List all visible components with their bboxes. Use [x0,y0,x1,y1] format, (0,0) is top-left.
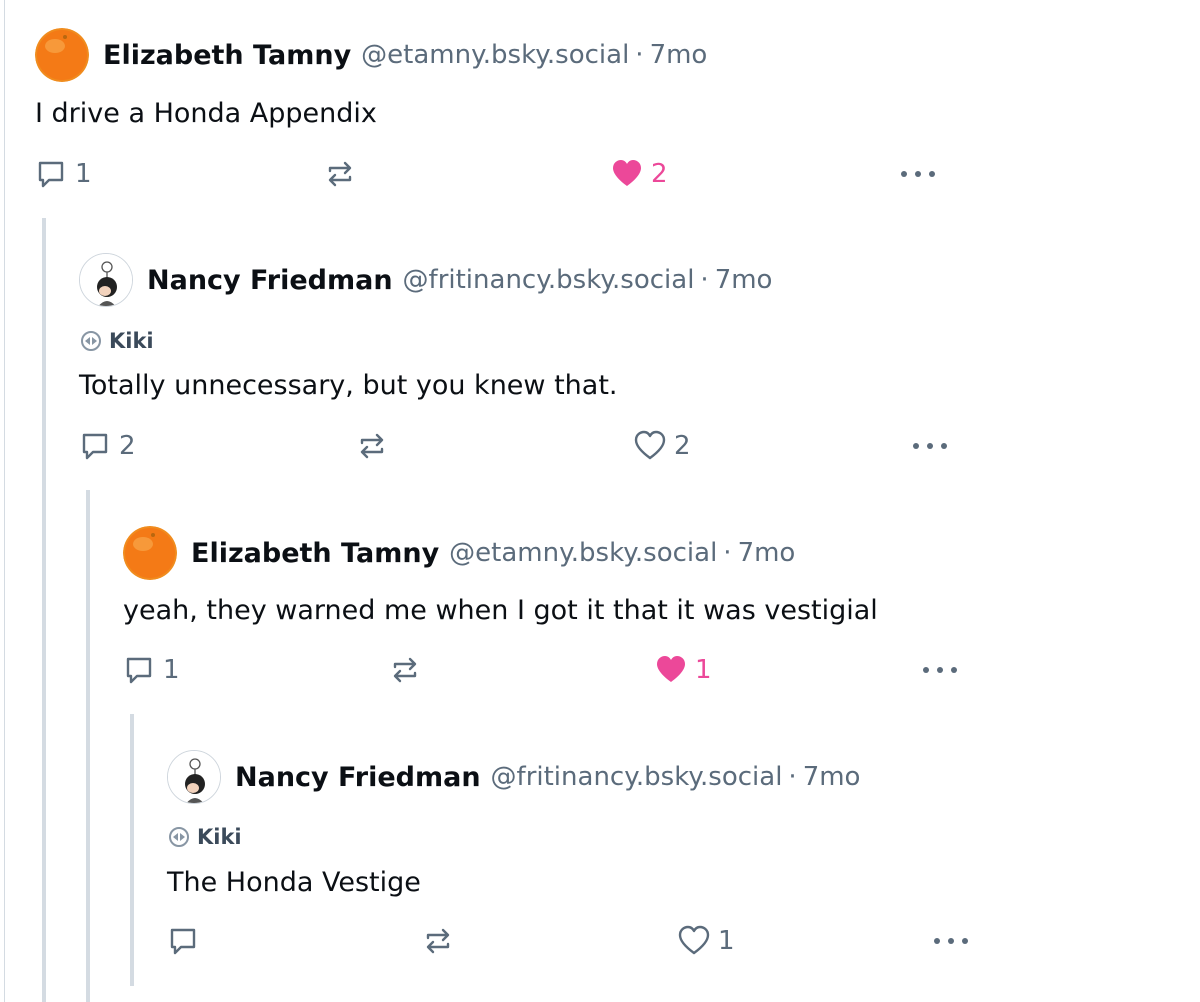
repost-button[interactable] [356,430,388,462]
orange-avatar-image [123,526,177,580]
post-header: Nancy Friedman @fritinancy.bsky.social ·… [79,252,772,308]
post-text: I drive a Honda Appendix [35,98,377,129]
repost-button[interactable] [422,925,454,957]
post[interactable]: Nancy Friedman @fritinancy.bsky.social ·… [0,747,1200,977]
post-time[interactable]: 7mo [738,538,796,568]
heart-icon [657,656,685,682]
like-button[interactable]: 2 [634,430,691,462]
more-icon [913,443,947,449]
more-button[interactable] [921,654,959,686]
label-icon [81,331,101,351]
like-count: 2 [651,159,668,189]
avatar[interactable] [123,526,177,580]
post[interactable]: Elizabeth Tamny @etamny.bsky.social · 7m… [0,523,1200,713]
repost-icon [360,433,384,459]
like-count: 2 [674,431,691,461]
repost-icon [426,928,450,954]
post-header: Elizabeth Tamny @etamny.bsky.social · 7m… [35,27,707,83]
author-handle[interactable]: @etamny.bsky.social [449,538,717,568]
reply-button[interactable]: 1 [123,654,180,686]
post-header: Elizabeth Tamny @etamny.bsky.social · 7m… [123,525,795,581]
author-handle[interactable]: @etamny.bsky.social [361,40,629,70]
more-icon [923,667,957,673]
heart-icon [613,160,641,186]
post-time[interactable]: 7mo [803,762,861,792]
more-button[interactable] [932,925,970,957]
label-icon [169,827,189,847]
more-button[interactable] [899,158,937,190]
post-time[interactable]: 7mo [650,40,708,70]
more-icon [934,938,968,944]
repost-button[interactable] [324,158,356,190]
content-label[interactable]: Kiki [79,329,154,353]
separator: · [788,762,797,792]
like-button[interactable]: 1 [655,654,712,686]
avatar[interactable] [35,28,89,82]
heart-icon [634,430,666,460]
repost-icon [393,657,417,683]
separator: · [700,265,709,295]
cartoon-avatar-image [80,254,132,306]
repost-button[interactable] [389,654,421,686]
content-label[interactable]: Kiki [167,825,242,849]
post-text: Totally unnecessary, but you knew that. [79,370,618,401]
author-name[interactable]: Elizabeth Tamny [103,40,351,71]
heart-icon [678,925,710,955]
reply-count: 1 [163,655,180,685]
reply-icon [38,161,64,188]
orange-avatar-image [35,28,89,82]
repost-icon [328,161,352,187]
author-handle[interactable]: @fritinancy.bsky.social [403,265,695,295]
reply-icon [82,433,108,460]
post[interactable]: Nancy Friedman @fritinancy.bsky.social ·… [0,250,1200,480]
post-time[interactable]: 7mo [715,265,773,295]
reply-count: 1 [75,159,92,189]
reply-button[interactable]: 2 [79,430,136,462]
reply-icon [170,928,196,955]
reply-button[interactable] [167,925,207,957]
like-count: 1 [718,926,735,956]
reply-button[interactable]: 1 [35,158,92,190]
reply-count: 2 [119,431,136,461]
label-text: Kiki [109,329,154,353]
author-name[interactable]: Nancy Friedman [147,265,393,296]
post[interactable]: Elizabeth Tamny @etamny.bsky.social · 7m… [0,0,1200,210]
avatar[interactable] [79,253,133,307]
label-text: Kiki [197,825,242,849]
separator: · [635,40,644,70]
more-button[interactable] [911,430,949,462]
post-header: Nancy Friedman @fritinancy.bsky.social ·… [167,749,860,805]
post-text: yeah, they warned me when I got it that … [123,595,878,626]
like-button[interactable]: 2 [611,158,668,190]
author-name[interactable]: Nancy Friedman [235,762,481,793]
post-text: The Honda Vestige [167,867,421,898]
reply-icon [126,657,152,684]
like-count: 1 [695,655,712,685]
cartoon-avatar-image [168,751,220,803]
avatar[interactable] [167,750,221,804]
author-name[interactable]: Elizabeth Tamny [191,538,439,569]
like-button[interactable]: 1 [678,925,735,957]
more-icon [901,171,935,177]
separator: · [723,538,732,568]
author-handle[interactable]: @fritinancy.bsky.social [491,762,783,792]
